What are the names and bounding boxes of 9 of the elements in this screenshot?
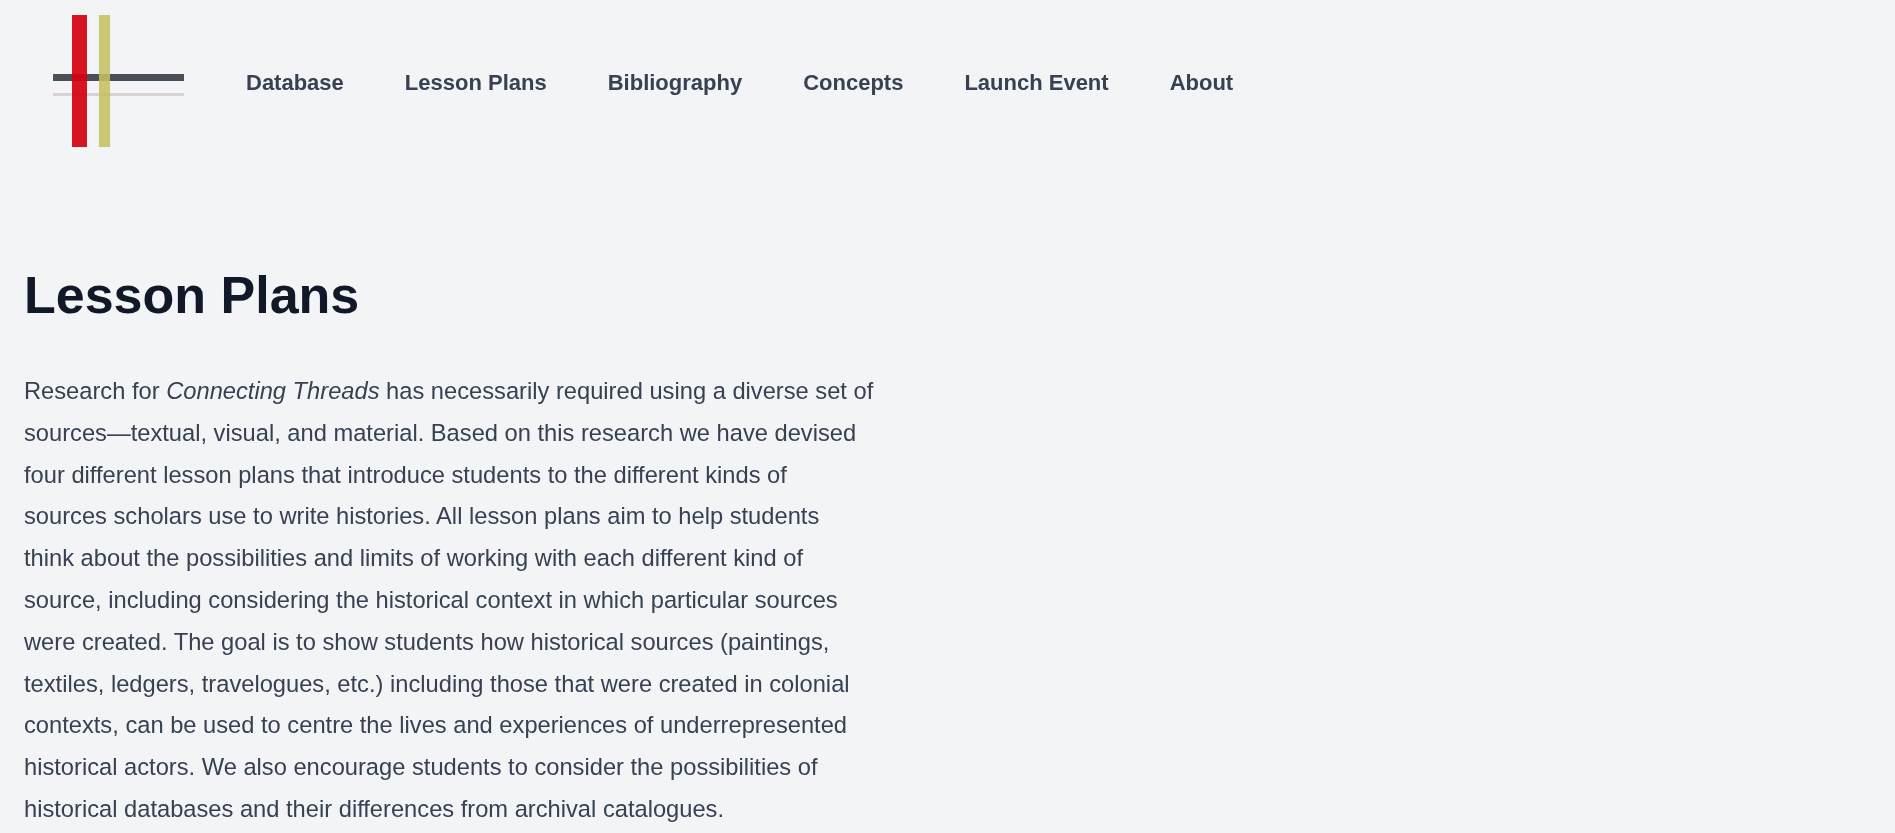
nav-link[interactable]: Lesson Plans [404,70,547,96]
logo-icon[interactable] [53,15,184,147]
nav-link[interactable]: About [1169,70,1234,96]
nav-link[interactable]: Concepts [803,70,904,96]
nav-link[interactable]: Bibliography [607,70,743,96]
page-title: Lesson Plans [24,265,360,326]
nav-link[interactable]: Database [246,70,344,96]
intro-paragraph: Research for Connecting Threads has necessarily required using a diverse set of sources—textual, visual, and material. Based on this research we have devised four different lesson plans that introduce students to the different kinds of sources scholars use to write histories. All lesson plans aim to help students think about the possibilities and limits of working with each different kind of source, including considering the historical context in which particular sources were created. The goal is to show students how historical sources (paintings, textiles, ledgers, travelogues, etc.) including those that were created in colonial contexts, can be used to centre the lives and experiences of underrepresented historical actors. We also encourage students to consider the possibilities of historical databases and their differences from archival catalogues. [24,377,875,824]
nav-link[interactable]: Launch Event [964,70,1109,96]
